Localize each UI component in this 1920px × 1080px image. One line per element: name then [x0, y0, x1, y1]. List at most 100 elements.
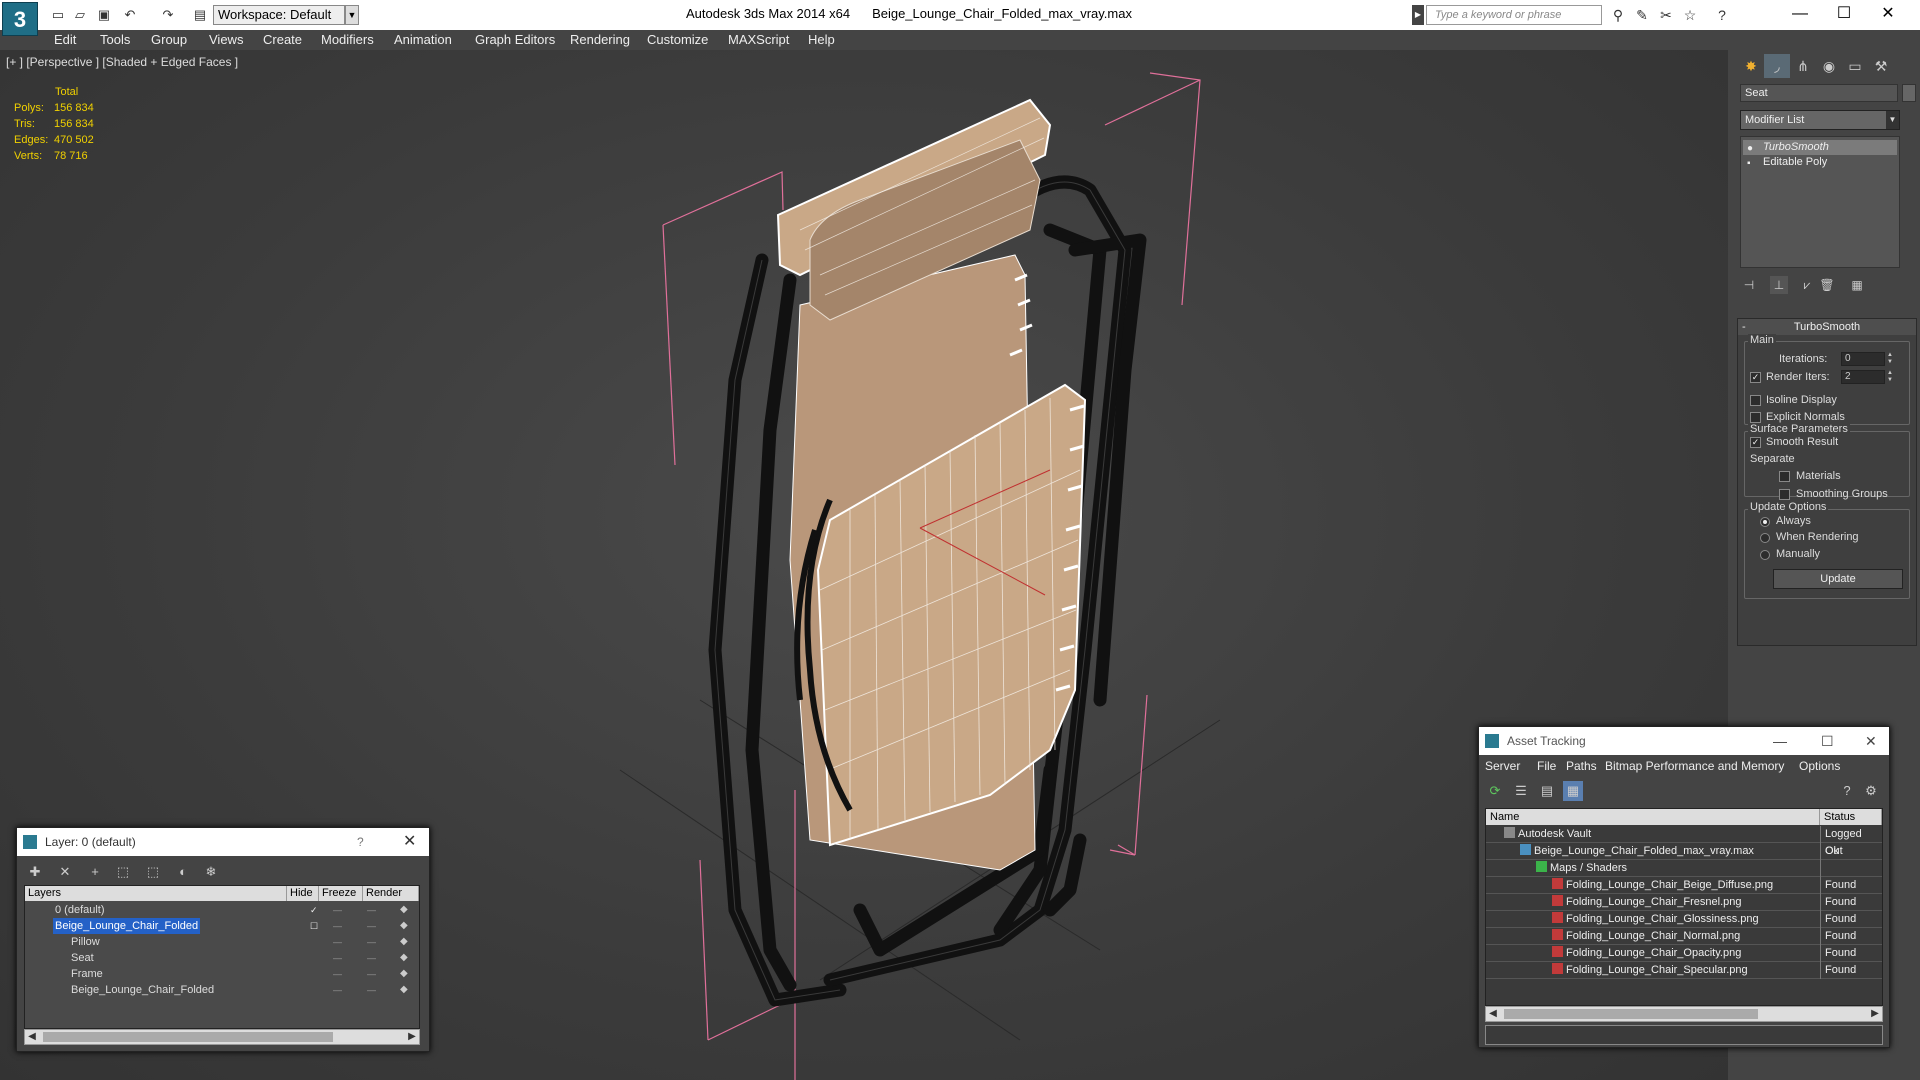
table-row[interactable]: Frame — — ◆	[25, 966, 419, 982]
object-name-field[interactable]: Seat	[1740, 84, 1898, 102]
column-freeze[interactable]: Freeze	[319, 886, 363, 901]
asset-maximize-icon[interactable]: ☐	[1821, 727, 1834, 755]
menu-tools[interactable]: Tools	[100, 32, 130, 47]
show-end-result-icon[interactable]: ⊥	[1770, 276, 1788, 294]
materials-checkbox[interactable]	[1779, 471, 1790, 482]
asset-path-field[interactable]	[1485, 1025, 1883, 1045]
table-row[interactable]: Folding_Lounge_Chair_Glossiness.png Found	[1486, 911, 1882, 928]
asset-menu-paths[interactable]: Paths	[1566, 759, 1597, 773]
table-row[interactable]: Beige_Lounge_Chair_Folded ☐ — — ◆	[25, 918, 419, 934]
add-to-layer-icon[interactable]: +	[85, 862, 105, 882]
expand-icon[interactable]: ▪	[1747, 156, 1751, 171]
remove-modifier-icon[interactable]: 🗑	[1818, 276, 1836, 294]
configure-modifier-sets-icon[interactable]: ▦	[1848, 276, 1866, 294]
undo-icon[interactable]: ↶	[122, 7, 138, 23]
table-row[interactable]: Beige_Lounge_Chair_Folded — — ◆	[25, 982, 419, 998]
stack-item-turbosmooth[interactable]: ● TurboSmooth	[1743, 140, 1897, 155]
workspace-dropdown[interactable]: Workspace: Default	[213, 5, 345, 25]
communication-center-icon[interactable]: ✎	[1632, 6, 1652, 24]
workspace-dropdown-arrow-icon[interactable]: ▼	[345, 5, 359, 25]
hierarchy-tab-icon[interactable]: ⋔	[1790, 54, 1816, 78]
update-always-radio[interactable]	[1760, 517, 1770, 527]
table-row[interactable]: Folding_Lounge_Chair_Normal.png Found	[1486, 928, 1882, 945]
table-row[interactable]: 0 (default) ✓ — — ◆	[25, 902, 419, 918]
iterations-spinner[interactable]: 0	[1841, 352, 1885, 366]
table-row[interactable]: Maps / Shaders	[1486, 860, 1882, 877]
save-icon[interactable]: ▣	[96, 7, 112, 23]
asset-horizontal-scrollbar[interactable]: ◀ ▶	[1485, 1006, 1883, 1022]
smooth-result-checkbox[interactable]: ✓	[1750, 437, 1761, 448]
binoculars-icon[interactable]: ⚲	[1608, 6, 1628, 24]
modifier-list-dropdown[interactable]: Modifier List	[1740, 110, 1900, 130]
freeze-all-layers-icon[interactable]: ❄	[201, 862, 221, 882]
asset-menu-server[interactable]: Server	[1485, 759, 1520, 773]
viewport-label[interactable]: [+ ] [Perspective ] [Shaded + Edged Face…	[6, 55, 238, 69]
menu-customize[interactable]: Customize	[647, 32, 708, 47]
layer-window-titlebar[interactable]: Layer: 0 (default) ? ✕	[17, 828, 429, 856]
highlight-layer-icon[interactable]: ⬚	[143, 862, 163, 882]
menu-modifiers[interactable]: Modifiers	[321, 32, 374, 47]
utilities-tab-icon[interactable]: ⚒	[1868, 54, 1894, 78]
object-color-swatch[interactable]	[1902, 84, 1916, 102]
column-layers[interactable]: Layers	[25, 886, 287, 901]
maximize-icon[interactable]: ☐	[1824, 2, 1864, 26]
table-row[interactable]: Autodesk Vault Logged Out	[1486, 826, 1882, 857]
update-when-rendering-radio[interactable]	[1760, 533, 1770, 543]
table-row[interactable]: Folding_Lounge_Chair_Opacity.png Found	[1486, 945, 1882, 962]
asset-minimize-icon[interactable]: —	[1773, 727, 1787, 755]
make-unique-icon[interactable]: ⩗	[1798, 276, 1816, 294]
render-iters-checkbox[interactable]: ✓	[1750, 372, 1761, 383]
table-row[interactable]: Folding_Lounge_Chair_Fresnel.png Found	[1486, 894, 1882, 911]
table-row[interactable]: Folding_Lounge_Chair_Beige_Diffuse.png Fo…	[1486, 877, 1882, 894]
asset-close-icon[interactable]: ✕	[1865, 727, 1877, 755]
table-row[interactable]: Beige_Lounge_Chair_Folded_max_vray.max Ok	[1486, 843, 1882, 860]
search-expand-icon[interactable]: ▶	[1412, 5, 1424, 25]
explicit-normals-checkbox[interactable]	[1750, 412, 1761, 423]
create-tab-icon[interactable]: ✸	[1738, 54, 1764, 78]
display-tab-icon[interactable]: ▭	[1842, 54, 1868, 78]
delete-layer-icon[interactable]: ✕	[55, 862, 75, 882]
tree-view-icon[interactable]: ▤	[1537, 781, 1557, 801]
table-row[interactable]: Pillow — — ◆	[25, 934, 419, 950]
table-row[interactable]: Folding_Lounge_Chair_Specular.png Found	[1486, 962, 1882, 979]
menu-views[interactable]: Views	[209, 32, 243, 47]
menu-group[interactable]: Group	[151, 32, 187, 47]
help-icon[interactable]: ?	[1712, 6, 1732, 24]
update-button[interactable]: Update	[1773, 569, 1903, 589]
menu-graph-editors[interactable]: Graph Editors	[475, 32, 555, 47]
render-iters-spinner-arrows-icon[interactable]: ▲ ▼	[1886, 370, 1894, 384]
list-view-icon[interactable]: ☰	[1511, 781, 1531, 801]
modifier-list-arrow-icon[interactable]: ▼	[1886, 111, 1899, 129]
project-folder-icon[interactable]: ▤	[192, 7, 208, 23]
tools-icon[interactable]: ✂	[1656, 6, 1676, 24]
menu-animation[interactable]: Animation	[394, 32, 452, 47]
menu-edit[interactable]: Edit	[54, 32, 76, 47]
menu-help[interactable]: Help	[808, 32, 835, 47]
new-file-icon[interactable]: ▭	[50, 7, 66, 23]
menu-maxscript[interactable]: MAXScript	[728, 32, 789, 47]
layer-horizontal-scrollbar[interactable]: ◀ ▶	[24, 1029, 420, 1045]
motion-tab-icon[interactable]: ◉	[1816, 54, 1842, 78]
app-logo[interactable]: 3	[2, 2, 38, 36]
asset-menu-options[interactable]: Options	[1799, 759, 1840, 773]
isoline-display-checkbox[interactable]	[1750, 395, 1761, 406]
open-file-icon[interactable]: ▱	[72, 7, 88, 23]
asset-menu-bitmap[interactable]: Bitmap Performance and Memory	[1605, 759, 1784, 773]
select-objects-icon[interactable]: ⬚	[113, 862, 133, 882]
create-layer-icon[interactable]: ✚	[25, 862, 45, 882]
smoothing-groups-checkbox[interactable]	[1779, 489, 1790, 500]
vault-help-icon[interactable]: ?	[1837, 781, 1857, 801]
column-name[interactable]: Name	[1486, 809, 1820, 825]
asset-menu-file[interactable]: File	[1537, 759, 1556, 773]
refresh-icon[interactable]: ⟳	[1485, 781, 1505, 801]
column-status[interactable]: Status	[1820, 809, 1882, 825]
column-render[interactable]: Render	[363, 886, 419, 901]
favorites-star-icon[interactable]: ☆	[1680, 6, 1700, 24]
asset-window-titlebar[interactable]: Asset Tracking — ☐ ✕	[1479, 727, 1889, 755]
search-input[interactable]: Type a keyword or phrase	[1426, 5, 1602, 25]
iterations-spinner-arrows-icon[interactable]: ▲ ▼	[1886, 352, 1894, 366]
rollout-header[interactable]: - TurboSmooth	[1738, 319, 1916, 335]
layer-close-icon[interactable]: ✕	[403, 828, 416, 856]
close-icon[interactable]: ✕	[1868, 2, 1908, 26]
minimize-icon[interactable]: —	[1780, 2, 1820, 26]
